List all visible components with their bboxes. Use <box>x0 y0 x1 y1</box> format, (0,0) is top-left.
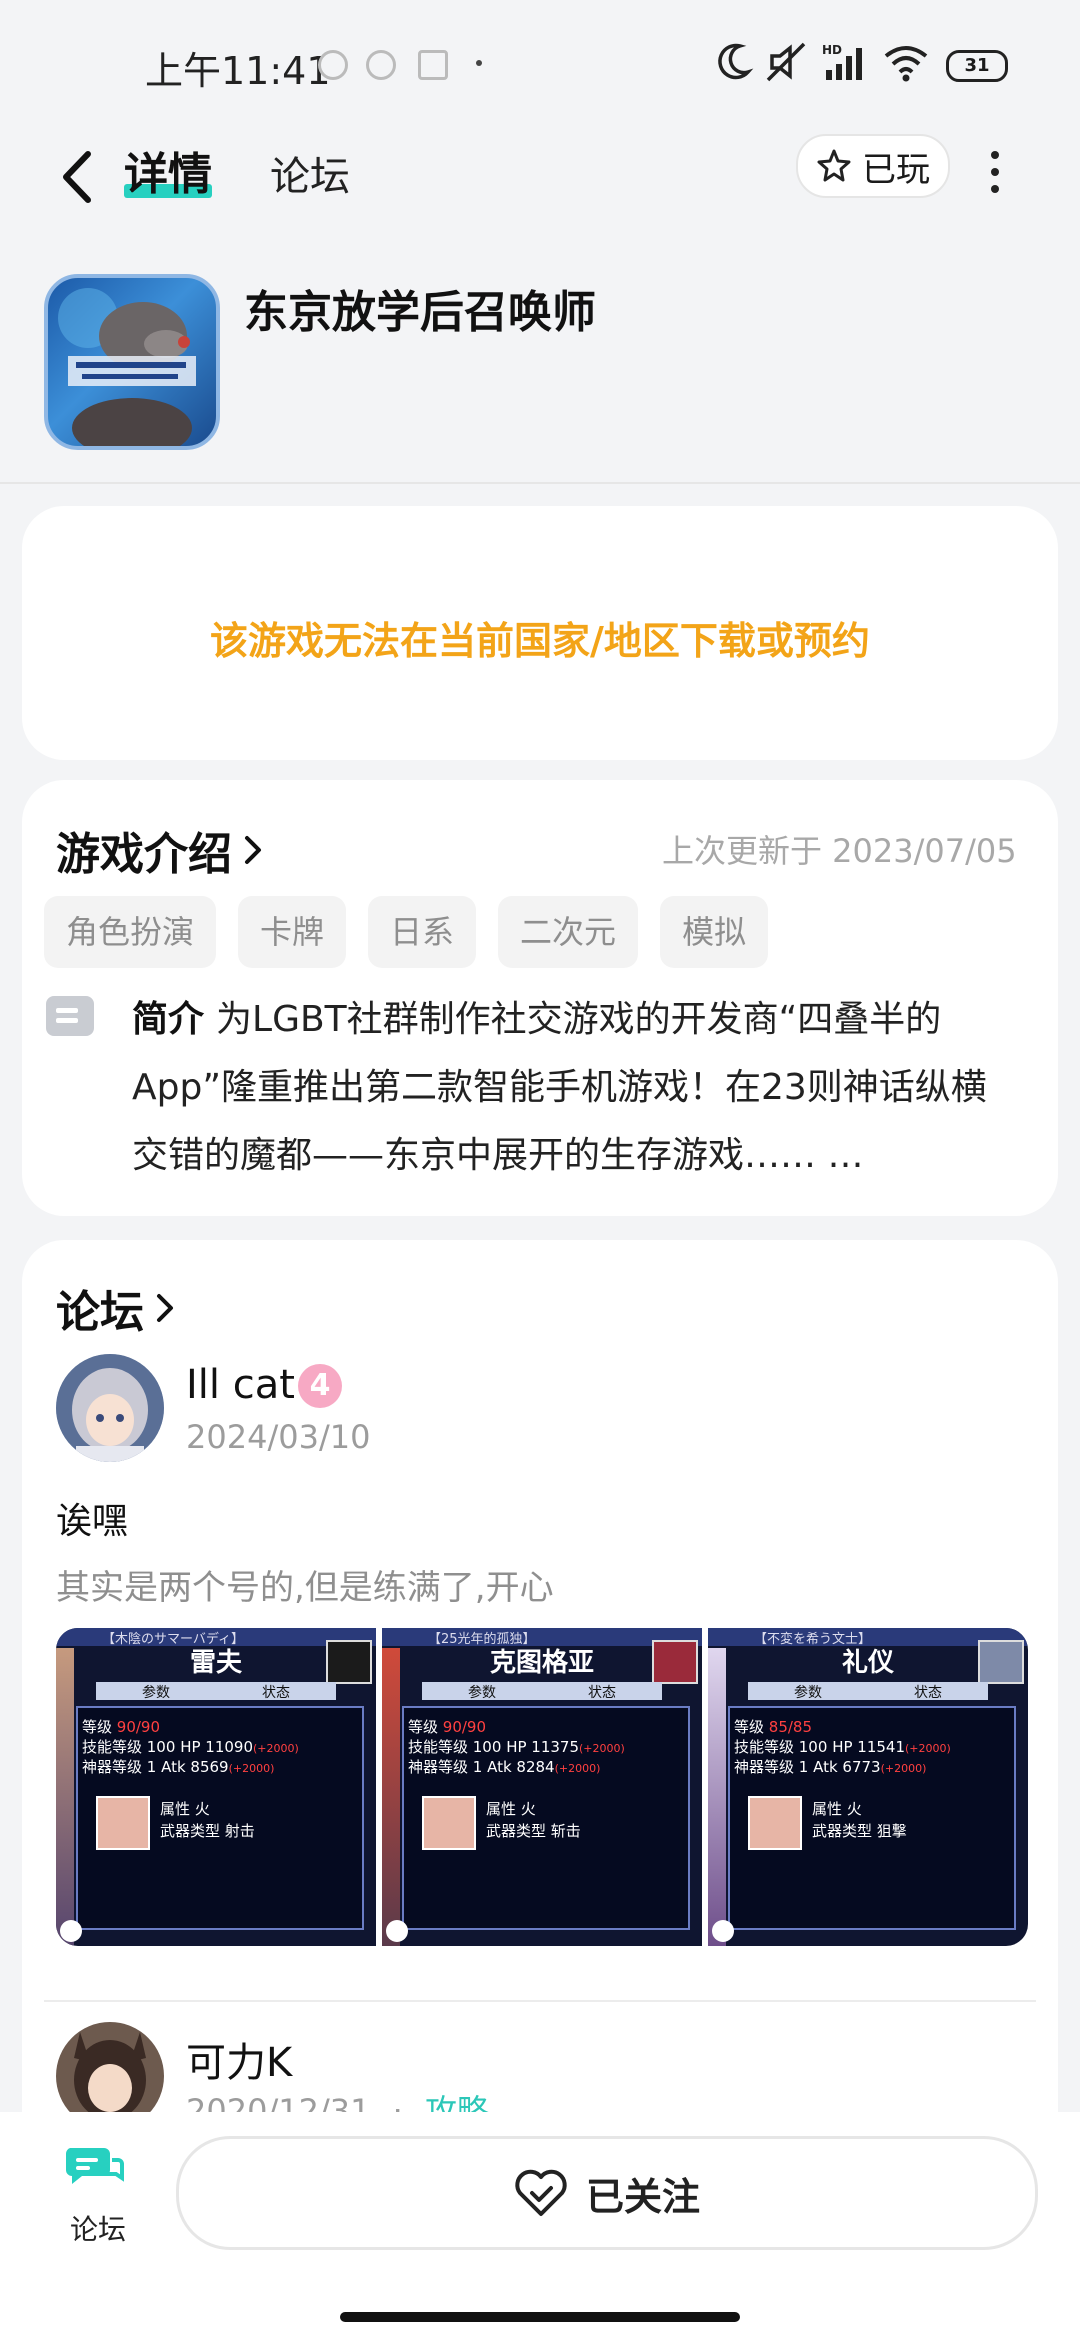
bottom-action-bar: 论坛 已关注 <box>0 2112 1080 2340</box>
chevron-right-icon <box>157 1294 173 1322</box>
more-icon[interactable] <box>980 142 1010 202</box>
notification-icon <box>366 50 396 80</box>
weapon-icon <box>96 1796 150 1850</box>
region-notice-card: 该游戏无法在当前国家/地区下载或预约 <box>22 506 1058 760</box>
bottom-forum-label: 论坛 <box>70 2213 127 2246</box>
character-thumb <box>652 1640 698 1684</box>
intro-icon <box>46 996 94 1036</box>
game-icon <box>44 274 220 450</box>
svg-text:HD: HD <box>822 43 842 57</box>
wifi-icon <box>884 46 928 82</box>
star-icon <box>817 149 851 182</box>
tag-item[interactable]: 日系 <box>368 896 477 968</box>
played-label: 已玩 <box>862 149 930 190</box>
status-bar: 上午11:41 HD 31 <box>0 0 1080 130</box>
tab-detail-label: 详情 <box>124 149 212 200</box>
tab-forum[interactable]: 论坛 <box>270 144 350 202</box>
follow-button[interactable]: 已关注 <box>176 2136 1038 2250</box>
game-title: 东京放学后召唤师 <box>244 287 596 338</box>
forum-icon <box>65 2148 124 2184</box>
tag-item[interactable]: 二次元 <box>498 896 639 968</box>
avatar[interactable] <box>56 1354 164 1462</box>
forum-section-title[interactable]: 论坛 <box>56 1276 176 1340</box>
tag-item[interactable]: 角色扮演 <box>44 896 217 968</box>
moon-icon <box>718 43 754 80</box>
intro-summary[interactable]: 简介 为LGBT社群制作社交游戏的开发商“四叠半的App”隆重推出第二款智能手机游… <box>132 986 1012 1190</box>
post-body[interactable]: 其实是两个号的,但是练满了,开心 <box>56 1560 554 1609</box>
weapon-icon <box>748 1796 802 1850</box>
heart-check-icon <box>515 2169 567 2216</box>
tag-item[interactable]: 卡牌 <box>238 896 347 968</box>
post-image[interactable]: 【25光年的孤独】 克图格亚 参数 状态 等级 90/90 技能等级 100 HP… <box>382 1628 702 1946</box>
post-image[interactable]: 【不変を希う文士】 礼仪 参数 状态 等级 85/85 技能等级 100 HP 1… <box>708 1628 1028 1946</box>
intro-body: 为LGBT社群制作社交游戏的开发商“四叠半的App”隆重推出第二款智能手机游戏！… <box>132 999 987 1176</box>
chevron-right-icon <box>245 836 261 864</box>
tag-item[interactable]: 模拟 <box>660 896 769 968</box>
post-date: 2024/03/10 <box>186 1418 371 1456</box>
divider <box>44 2000 1036 2002</box>
mute-icon <box>766 42 806 82</box>
status-time: 上午11:41 <box>145 49 331 93</box>
battery-indicator: 31 <box>946 50 1008 82</box>
last-updated: 上次更新于 2023/07/05 <box>662 832 1017 870</box>
intro-label: 简介 <box>132 999 205 1040</box>
post-title[interactable]: 诶嘿 <box>56 1492 128 1544</box>
post-image[interactable]: 【木陰のサマーバディ】 雷夫 参数 状态 等级 90/90 技能等级 100 HP… <box>56 1628 376 1946</box>
tag-list: 角色扮演 卡牌 日系 二次元 模拟 <box>44 896 769 968</box>
top-nav: 详情 论坛 已玩 <box>0 120 1080 240</box>
zoom-icon <box>60 1920 82 1942</box>
divider <box>0 482 1080 484</box>
notification-icon <box>418 50 448 80</box>
weapon-icon <box>422 1796 476 1850</box>
character-thumb <box>326 1640 372 1684</box>
level-badge: 4 <box>298 1364 342 1408</box>
character-thumb <box>978 1640 1024 1684</box>
post-author[interactable]: Ill cat <box>186 1362 295 1408</box>
zoom-icon <box>712 1920 734 1942</box>
zoom-icon <box>386 1920 408 1942</box>
home-indicator[interactable] <box>340 2312 740 2322</box>
intro-section-title[interactable]: 游戏介绍 <box>56 818 264 882</box>
post-author[interactable]: 可力K <box>186 2030 292 2088</box>
bottom-forum-tab[interactable]: 论坛 <box>40 2132 150 2262</box>
back-icon[interactable] <box>52 142 102 212</box>
played-button[interactable]: 已玩 <box>796 134 950 198</box>
region-notice-text: 该游戏无法在当前国家/地区下载或预约 <box>210 619 870 663</box>
notification-icon <box>318 50 348 80</box>
tab-detail[interactable]: 详情 <box>124 138 212 202</box>
follow-label: 已关注 <box>585 2174 700 2219</box>
forum-title-label: 论坛 <box>56 1287 144 1338</box>
more-notifications-icon <box>476 60 482 66</box>
signal-icon: HD <box>822 43 862 80</box>
intro-title-label: 游戏介绍 <box>56 829 232 880</box>
